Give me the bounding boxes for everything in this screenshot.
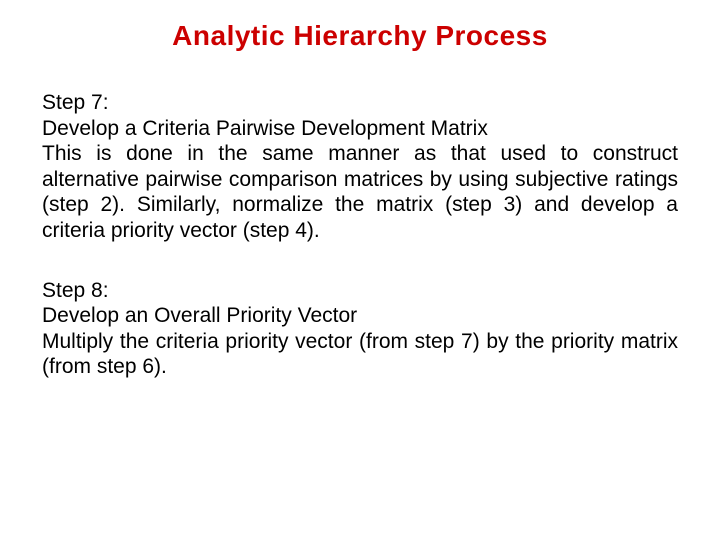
- slide: Analytic Hierarchy Process Step 7: Devel…: [0, 0, 720, 540]
- slide-title: Analytic Hierarchy Process: [42, 20, 678, 52]
- step-7-block: Step 7: Develop a Criteria Pairwise Deve…: [42, 90, 678, 244]
- step-8-heading: Develop an Overall Priority Vector: [42, 303, 678, 329]
- step-8-block: Step 8: Develop an Overall Priority Vect…: [42, 278, 678, 380]
- step-8-label: Step 8:: [42, 278, 678, 304]
- step-7-label: Step 7:: [42, 90, 678, 116]
- step-7-heading: Develop a Criteria Pairwise Development …: [42, 116, 678, 142]
- step-8-body: Multiply the criteria priority vector (f…: [42, 329, 678, 380]
- step-7-body: This is done in the same manner as that …: [42, 141, 678, 243]
